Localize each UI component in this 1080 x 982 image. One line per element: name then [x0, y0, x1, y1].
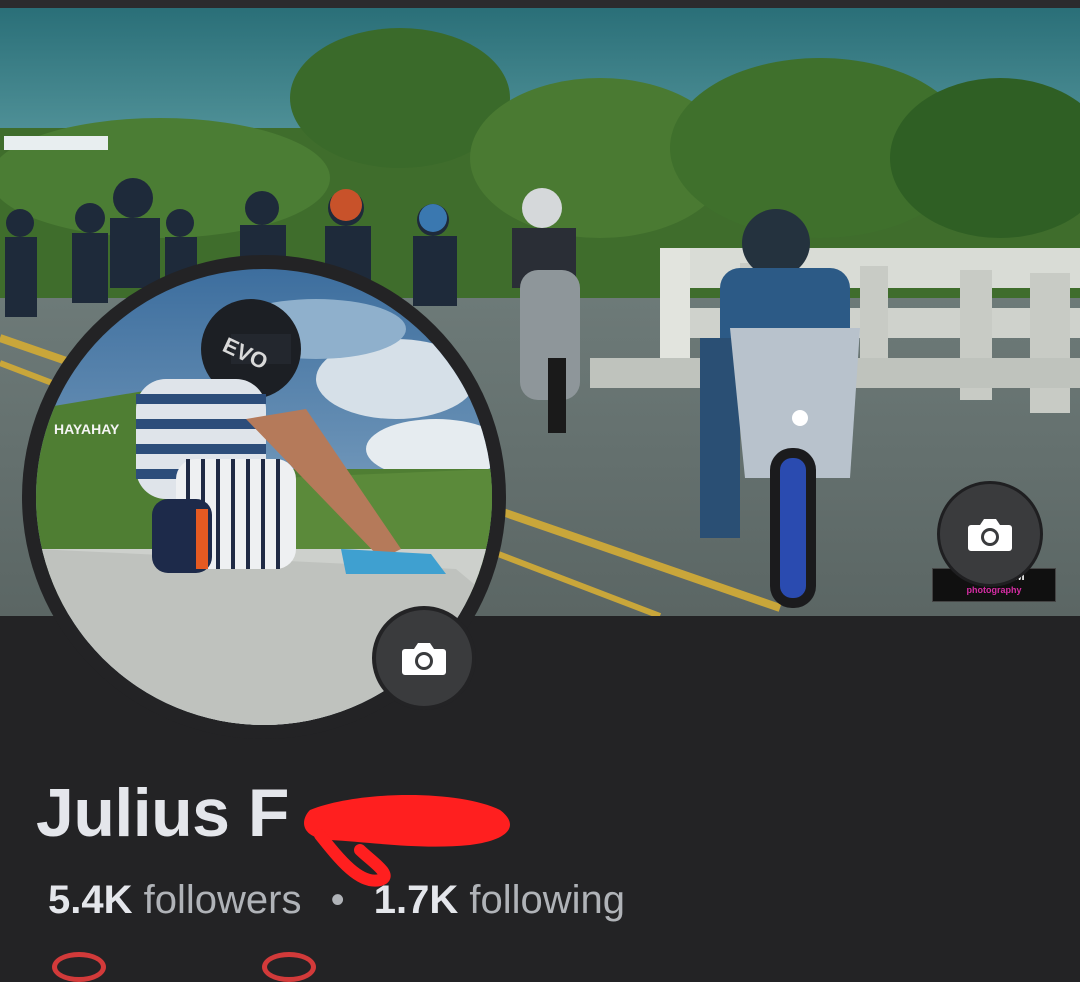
- stats-separator: •: [330, 878, 345, 922]
- camera-icon: [402, 643, 446, 675]
- followers-label[interactable]: followers: [144, 878, 302, 922]
- edit-cover-photo-button[interactable]: [937, 481, 1043, 587]
- edit-profile-picture-button[interactable]: [372, 606, 476, 710]
- followers-count[interactable]: 5.4K: [48, 878, 133, 922]
- following-count[interactable]: 1.7K: [374, 878, 459, 922]
- profile-name: Julius F: [36, 775, 289, 851]
- following-label[interactable]: following: [469, 878, 625, 922]
- partial-icon: [262, 952, 316, 982]
- follow-stats: 5.4K followers • 1.7K following: [48, 878, 625, 923]
- partial-icon: [52, 952, 106, 982]
- camera-icon: [968, 519, 1012, 551]
- status-bar-strip: [0, 0, 1080, 8]
- hill-sign-text: HAYAHAY: [54, 421, 120, 437]
